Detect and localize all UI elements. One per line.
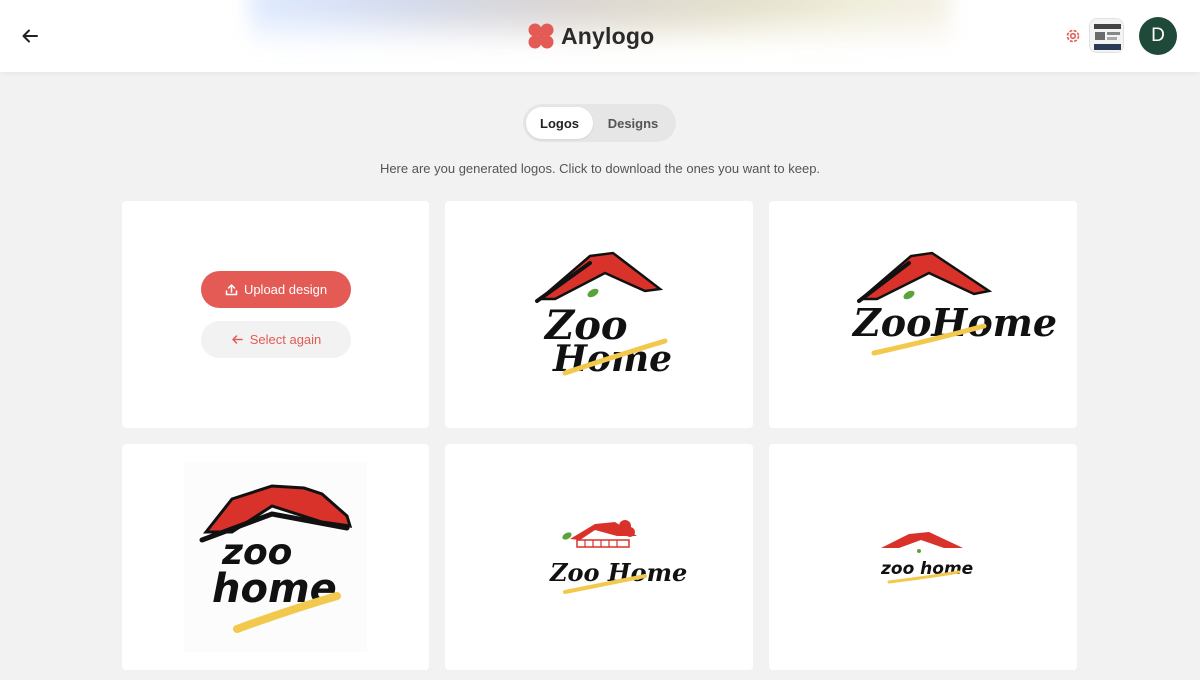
logo-card[interactable]: zoo home	[122, 444, 429, 670]
brand-name: Anylogo	[561, 22, 655, 49]
logo-card[interactable]: zoo home	[769, 444, 1077, 670]
avatar[interactable]: D	[1139, 17, 1177, 55]
logo-image: zoo home	[184, 462, 367, 652]
logo-card[interactable]: Zoo Home	[445, 444, 753, 670]
anylogo-logo-icon	[528, 23, 554, 49]
gear-icon[interactable]	[1064, 27, 1082, 45]
view-tabs: Logos Designs	[523, 104, 676, 142]
logo-image: ZooHome	[851, 251, 1057, 356]
upload-design-button[interactable]: Upload design	[201, 271, 351, 308]
back-arrow-icon[interactable]	[16, 22, 44, 50]
upload-icon	[225, 284, 238, 296]
page-subtitle: Here are you generated logos. Click to d…	[379, 161, 821, 176]
brand[interactable]: Anylogo	[527, 20, 654, 52]
action-card: Upload design Select again	[122, 201, 429, 428]
logo-line1: ZooHome	[851, 300, 1057, 345]
tab-logos[interactable]: Logos	[526, 107, 593, 139]
design-thumbnail[interactable]	[1089, 18, 1124, 53]
logo-image: zoo home	[880, 532, 973, 584]
upload-design-label: Upload design	[243, 282, 328, 297]
logo-image: Zoo Home	[549, 520, 687, 594]
arrow-left-icon	[231, 335, 243, 344]
avatar-initial: D	[1151, 25, 1165, 46]
select-again-button[interactable]: Select again	[201, 321, 351, 358]
logo-image: Zoo Home	[535, 251, 672, 380]
logo-card[interactable]: Zoo Home	[445, 201, 753, 428]
logo-card[interactable]: ZooHome	[769, 201, 1077, 428]
top-bar: Anylogo D	[0, 0, 1200, 72]
select-again-label: Select again	[249, 332, 322, 347]
tab-designs[interactable]: Designs	[593, 107, 673, 139]
